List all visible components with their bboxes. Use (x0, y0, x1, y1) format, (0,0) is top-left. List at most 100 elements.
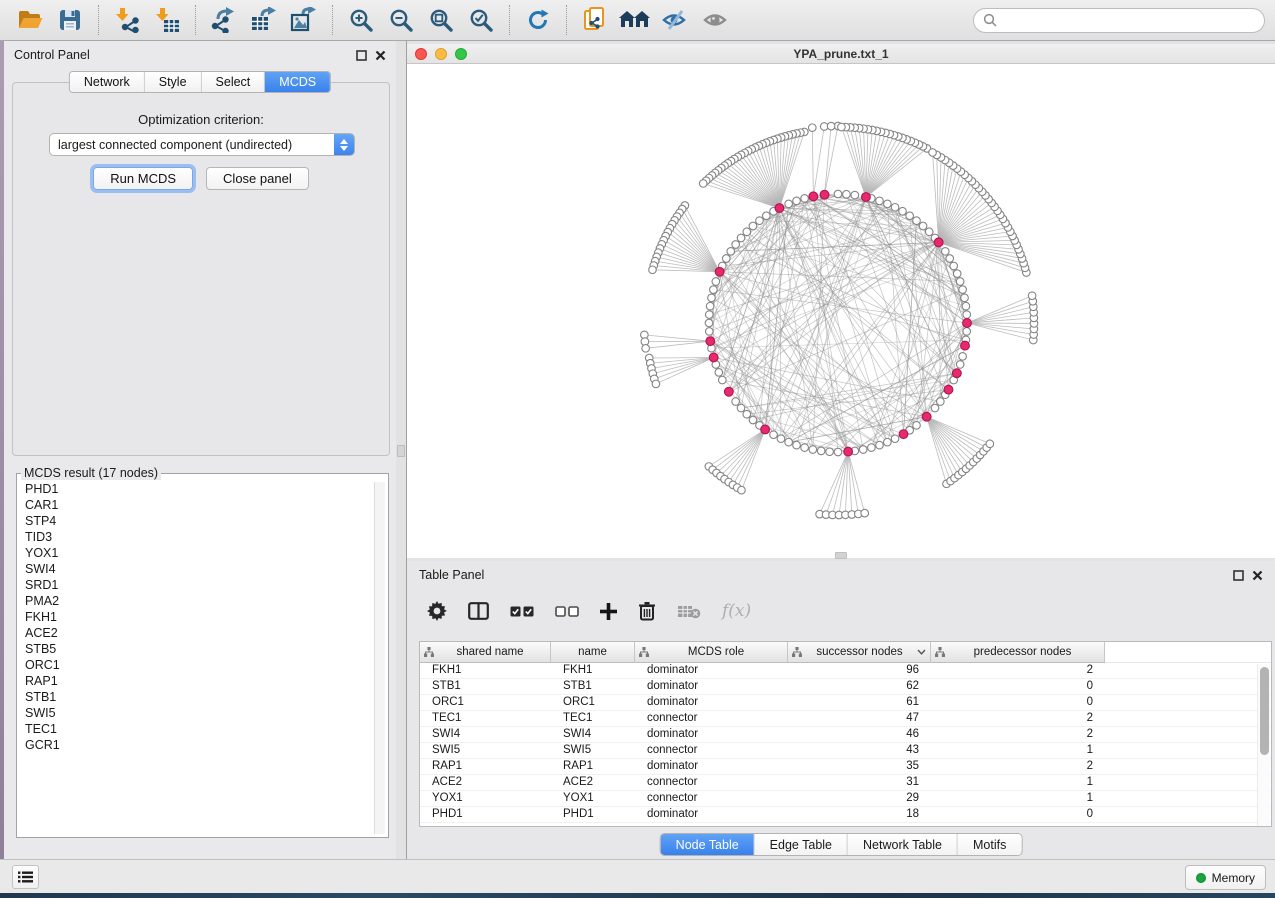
trash-icon[interactable] (638, 601, 656, 621)
table-row[interactable]: FKH1 FKH1 dominator 96 2 (420, 663, 1271, 679)
zoom-in-icon[interactable] (344, 4, 378, 36)
search-input[interactable] (997, 13, 1255, 27)
import-network-icon[interactable] (110, 4, 144, 36)
float-panel-icon[interactable] (356, 50, 367, 61)
table-panel: Table Panel f(x) (407, 561, 1275, 859)
mcds-result-item[interactable]: GCR1 (25, 737, 388, 753)
mcds-result-item[interactable]: SWI5 (25, 705, 388, 721)
column-header[interactable]: MCDS role (635, 642, 788, 663)
column-label: name (555, 646, 630, 658)
mcds-result-item[interactable]: TEC1 (25, 721, 388, 737)
column-header[interactable]: name (551, 642, 635, 663)
close-panel-button[interactable]: Close panel (206, 167, 309, 190)
column-type-icon (792, 647, 802, 657)
mcds-result-item[interactable]: FKH1 (25, 609, 388, 625)
control-panel-tab[interactable]: Select (202, 72, 266, 92)
zoom-selected-icon[interactable] (464, 4, 498, 36)
column-label: successor nodes (802, 646, 917, 658)
mcds-tab-content: Optimization criterion: largest connecte… (12, 82, 390, 456)
horizontal-splitter-handle[interactable] (835, 552, 847, 559)
vertical-splitter[interactable] (396, 41, 407, 859)
table-scrollbar[interactable] (1257, 664, 1270, 826)
mcds-result-item[interactable]: CAR1 (25, 497, 388, 513)
column-label: predecessor nodes (945, 646, 1100, 658)
mcds-result-list: PHD1CAR1STP4TID3YOX1SWI4SRD1PMA2FKH1ACE2… (17, 480, 388, 753)
table-row[interactable]: PHD1 PHD1 dominator 18 0 (420, 807, 1271, 823)
table-row[interactable]: SWI5 SWI5 connector 43 1 (420, 743, 1271, 759)
minimize-window-icon[interactable] (435, 48, 447, 60)
mcds-result-item[interactable]: STB5 (25, 641, 388, 657)
column-header[interactable]: predecessor nodes (931, 642, 1105, 663)
desktop-background-bottom (0, 893, 1275, 898)
close-window-icon[interactable] (415, 48, 427, 60)
column-label: MCDS role (649, 646, 783, 658)
columns-icon[interactable] (468, 602, 489, 620)
mcds-result-item[interactable]: ORC1 (25, 657, 388, 673)
table-scrollbar-thumb[interactable] (1260, 667, 1269, 755)
table-row[interactable]: ORC1 ORC1 dominator 61 0 (420, 695, 1271, 711)
genemania-homes-icon[interactable] (618, 4, 652, 36)
maximize-window-icon[interactable] (455, 48, 467, 60)
open-folder-icon[interactable] (13, 4, 47, 36)
splitter-handle[interactable] (397, 445, 405, 457)
control-panel-tab[interactable]: Style (145, 72, 202, 92)
refresh-icon[interactable] (521, 4, 555, 36)
export-network-icon[interactable] (207, 4, 241, 36)
control-panel-tab[interactable]: Network (70, 72, 145, 92)
add-icon[interactable] (600, 603, 617, 620)
float-table-panel-icon[interactable] (1233, 570, 1244, 581)
select-all-icon[interactable] (510, 606, 534, 617)
table-panel-title: Table Panel (419, 568, 1233, 582)
mcds-result-item[interactable]: SRD1 (25, 577, 388, 593)
table-tab[interactable]: Edge Table (755, 834, 848, 855)
node-table-header: shared name name MCDS role successor nod… (420, 642, 1271, 663)
run-mcds-button[interactable]: Run MCDS (93, 167, 193, 190)
network-view-window: YPA_prune.txt_1 (407, 41, 1275, 561)
close-table-panel-icon[interactable] (1252, 570, 1263, 581)
mcds-result-item[interactable]: YOX1 (25, 545, 388, 561)
show-eye-icon[interactable] (698, 4, 732, 36)
mcds-result-box: MCDS result (17 nodes) PHD1CAR1STP4TID3Y… (16, 466, 389, 838)
mcds-result-item[interactable]: TID3 (25, 529, 388, 545)
optimization-criterion-select[interactable]: largest connected component (undirected) (49, 133, 355, 156)
column-header[interactable]: shared name (420, 642, 551, 663)
save-icon[interactable] (53, 4, 87, 36)
deselect-all-icon[interactable] (555, 606, 579, 617)
table-row[interactable]: ACE2 ACE2 connector 31 1 (420, 775, 1271, 791)
mcds-result-item[interactable]: STP4 (25, 513, 388, 529)
mcds-result-item[interactable]: STB1 (25, 689, 388, 705)
export-image-icon[interactable] (287, 4, 321, 36)
search-field[interactable] (973, 8, 1265, 33)
gear-icon[interactable] (427, 601, 447, 621)
table-tab[interactable]: Motifs (958, 834, 1021, 855)
network-window-title: YPA_prune.txt_1 (407, 47, 1275, 61)
delete-table-icon (677, 604, 701, 619)
table-row[interactable]: TEC1 TEC1 connector 47 2 (420, 711, 1271, 727)
table-row[interactable]: STB1 STB1 dominator 62 0 (420, 679, 1271, 695)
control-panel-tab[interactable]: MCDS (265, 72, 330, 92)
zoom-out-icon[interactable] (384, 4, 418, 36)
table-row[interactable]: RAP1 RAP1 dominator 35 2 (420, 759, 1271, 775)
memory-button[interactable]: Memory (1185, 865, 1266, 890)
table-tab[interactable]: Network Table (848, 834, 958, 855)
import-table-icon[interactable] (150, 4, 184, 36)
table-tab[interactable]: Node Table (661, 834, 755, 855)
share-document-icon[interactable] (578, 4, 612, 36)
close-panel-icon[interactable] (375, 50, 386, 61)
mcds-result-item[interactable]: RAP1 (25, 673, 388, 689)
hide-eye-icon[interactable] (658, 4, 692, 36)
zoom-fit-icon[interactable] (424, 4, 458, 36)
node-table: shared name name MCDS role successor nod… (419, 641, 1272, 827)
table-row[interactable]: SWI4 SWI4 dominator 46 2 (420, 727, 1271, 743)
column-header[interactable]: successor nodes (788, 642, 931, 663)
mcds-result-item[interactable]: PMA2 (25, 593, 388, 609)
mcds-result-item[interactable]: ACE2 (25, 625, 388, 641)
export-table-icon[interactable] (247, 4, 281, 36)
mcds-result-item[interactable]: PHD1 (25, 481, 388, 497)
table-row[interactable]: YOX1 YOX1 connector 29 1 (420, 791, 1271, 807)
task-history-button[interactable] (12, 865, 39, 889)
column-header[interactable] (1105, 642, 1271, 663)
network-canvas[interactable] (407, 64, 1275, 558)
mcds-result-scrollbar[interactable] (374, 482, 385, 834)
mcds-result-item[interactable]: SWI4 (25, 561, 388, 577)
